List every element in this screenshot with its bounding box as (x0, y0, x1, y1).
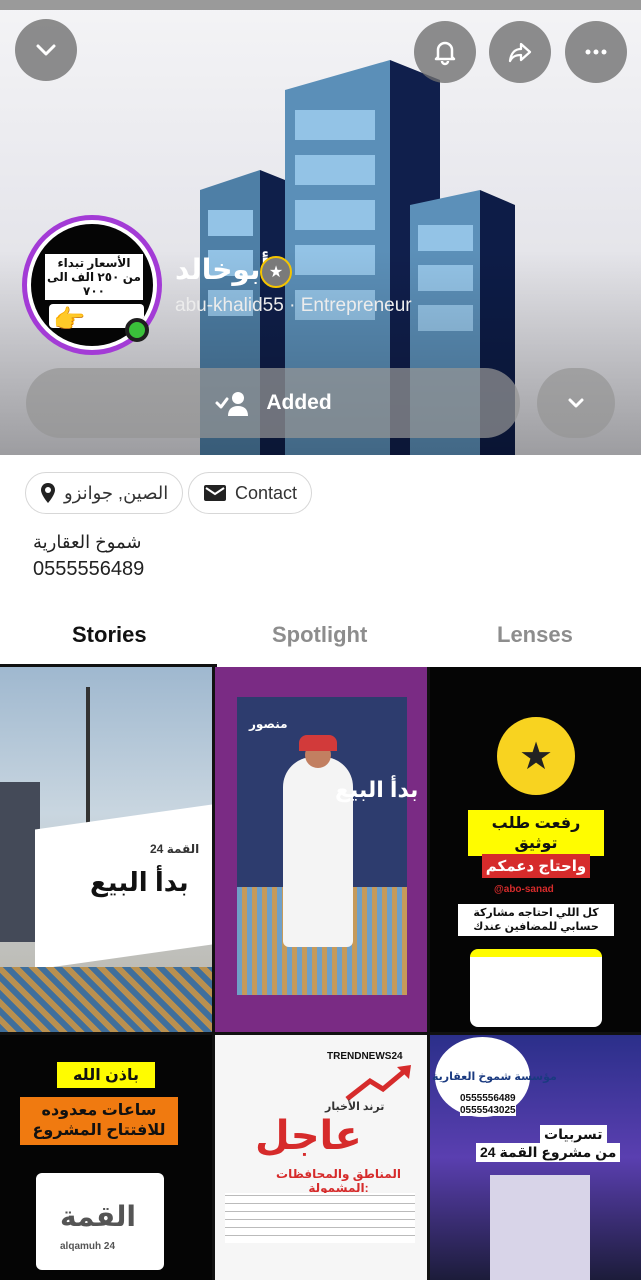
avatar-text: الأسعار تبداء من ٢٥٠ الف الى ٧٠٠ (45, 254, 143, 300)
share-button[interactable] (489, 21, 551, 83)
trend-arrow-icon (345, 1065, 411, 1101)
category: Entrepreneur (300, 295, 412, 316)
added-label: Added (266, 391, 332, 414)
display-name: أبوخالد (175, 254, 271, 285)
story-subcaption: ساعات معدوده للافتتاح المشروع (20, 1097, 178, 1145)
bell-icon (434, 41, 456, 66)
story-tile[interactable]: TRENDNEWS24 ترند الأخبار عاجل المناطق وا… (215, 1035, 427, 1280)
story-subcaption: واحتاج دعمكم (482, 854, 590, 878)
logo-subtext: alqamuh 24 (60, 1241, 116, 1252)
notifications-button[interactable] (414, 21, 476, 83)
story-tile[interactable]: بدأ البيع القمة 24 (0, 667, 212, 1032)
more-dots-icon (585, 49, 607, 55)
story-subcaption: ترند الأخبار (325, 1101, 385, 1113)
story-subcaption: منصور (249, 717, 288, 731)
collapse-button[interactable] (15, 19, 77, 81)
share-arrow-icon (508, 42, 532, 63)
logo-text: القمة (60, 1201, 137, 1232)
story-caption: بدأ البيع (90, 867, 189, 897)
contact-chip[interactable]: Contact (188, 472, 313, 514)
chevron-down-icon (568, 398, 584, 408)
story-phone: 0555543025 (460, 1105, 516, 1116)
mail-icon (204, 485, 226, 501)
story-brand: مؤسسة شموخ العقارية (432, 1071, 557, 1083)
pointing-hand-icon: 👉 (53, 304, 86, 334)
location-label: الصين, جوانزو (64, 482, 169, 503)
bio-phone: 0555556489 (33, 558, 145, 580)
story-tile[interactable]: ★ رفعت طلب توثيق واحتاج دعمكم @abo-sanad… (430, 667, 641, 1032)
location-pin-icon (41, 483, 55, 503)
story-caption: رفعت طلب توثيق (468, 810, 604, 856)
online-status-dot (125, 318, 149, 342)
story-subcaption: من مشروع القمة 24 (476, 1143, 621, 1162)
profile-subline: abu-khalid55 · Entrepreneur (175, 295, 412, 317)
story-extra: كل اللي احتاجه مشاركة حسابي للمضافين عند… (458, 904, 614, 936)
story-caption: باذن الله (57, 1062, 155, 1088)
story-caption: عاجل (255, 1114, 362, 1158)
more-options-button[interactable] (565, 21, 627, 83)
profile-tabs: Stories Spotlight Lenses (0, 607, 641, 667)
tab-spotlight[interactable]: Spotlight (272, 622, 367, 648)
story-tile[interactable]: منصور بدأ البيع (215, 667, 427, 1032)
stories-grid: بدأ البيع القمة 24 منصور بدأ البيع ★ رفع… (0, 667, 641, 1280)
story-extra: المناطق والمحافظات المشمولة: (276, 1167, 401, 1195)
story-tile[interactable]: مؤسسة شموخ العقارية 0555556489 055554302… (430, 1035, 641, 1280)
person-check-icon (215, 392, 249, 416)
username: abu-khalid55 (175, 295, 284, 316)
added-button[interactable]: Added (26, 368, 520, 438)
chevron-down-icon (36, 44, 56, 56)
star-badge-icon: ★ (260, 256, 292, 288)
contact-label: Contact (235, 482, 298, 503)
story-brand: TRENDNEWS24 (327, 1051, 403, 1062)
story-phone: 0555556489 (460, 1093, 516, 1104)
story-caption: تسربيات (540, 1125, 607, 1144)
tab-stories[interactable]: Stories (72, 622, 147, 648)
story-subcaption: القمة 24 (150, 842, 200, 856)
bio-line: شموخ العقارية (33, 532, 142, 552)
story-handle: @abo-sanad (494, 884, 554, 895)
star-icon: ★ (497, 717, 575, 795)
location-chip[interactable]: الصين, جوانزو (25, 472, 184, 514)
story-tile[interactable]: باذن الله ساعات معدوده للافتتاح المشروع … (0, 1035, 212, 1280)
story-caption: بدأ البيع (335, 777, 419, 802)
profile-dropdown-button[interactable] (537, 368, 615, 438)
separator: · (289, 295, 296, 316)
tab-lenses[interactable]: Lenses (497, 622, 573, 648)
